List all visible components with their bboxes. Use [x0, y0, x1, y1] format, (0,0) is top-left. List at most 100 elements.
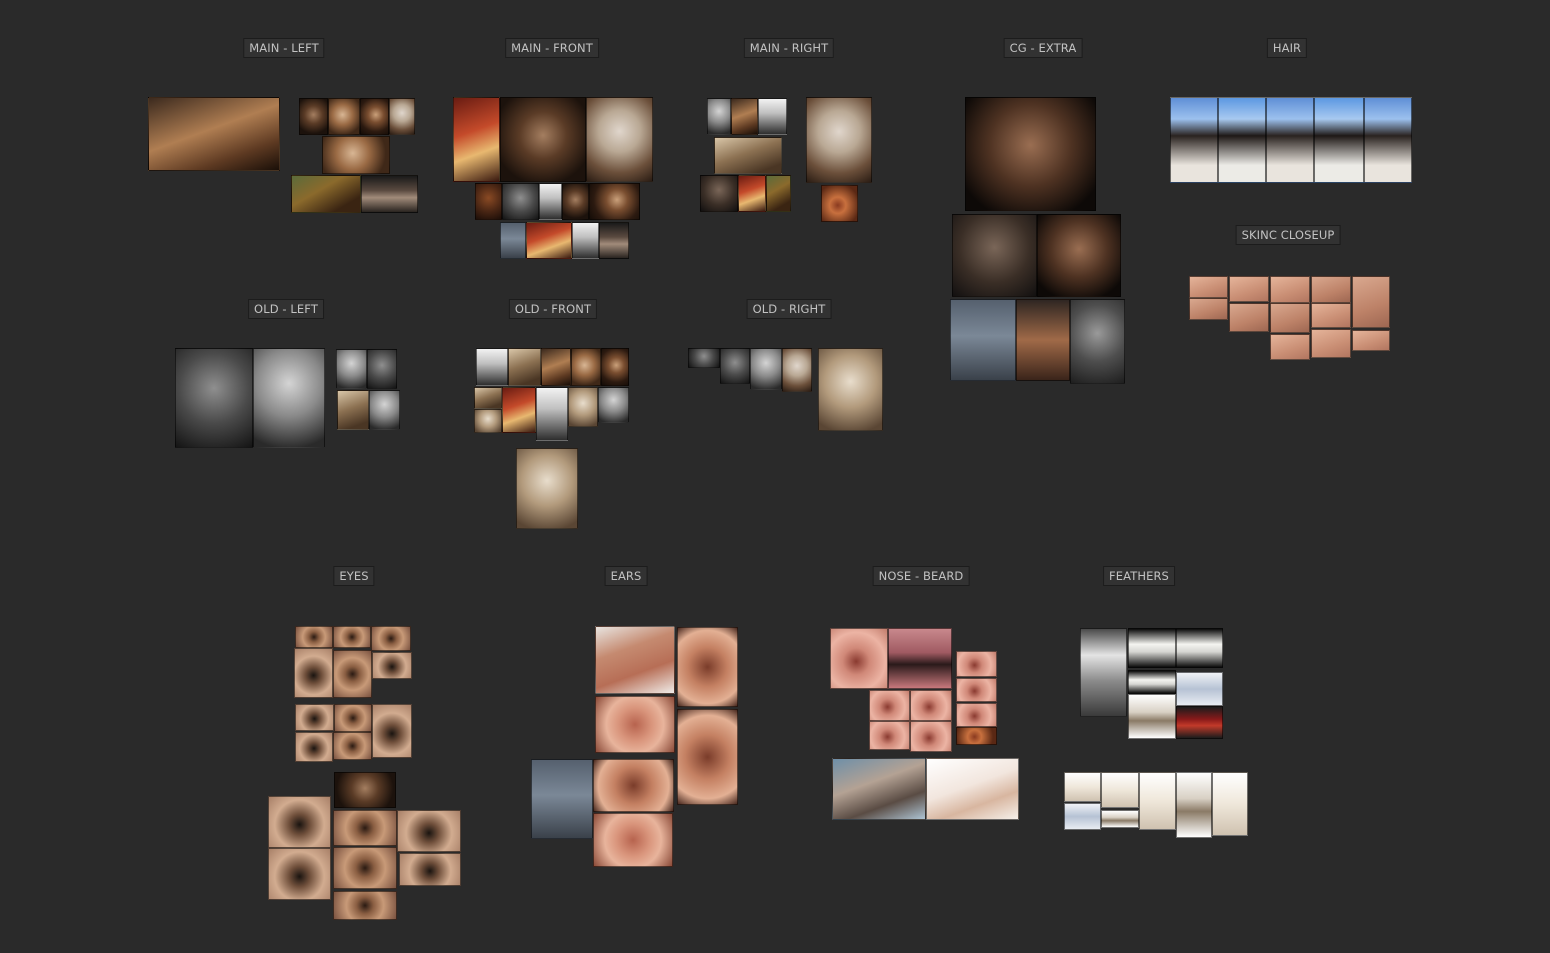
reference-thumbnail[interactable] — [500, 97, 586, 182]
reference-thumbnail[interactable] — [372, 704, 412, 758]
reference-thumbnail[interactable] — [526, 222, 572, 259]
reference-thumbnail[interactable] — [707, 98, 731, 135]
reference-thumbnail[interactable] — [956, 651, 997, 677]
reference-thumbnail[interactable] — [1080, 628, 1127, 717]
reference-thumbnail[interactable] — [531, 759, 593, 839]
reference-thumbnail[interactable] — [806, 97, 872, 183]
reference-thumbnail[interactable] — [367, 349, 397, 389]
reference-thumbnail[interactable] — [1270, 303, 1310, 333]
reference-thumbnail[interactable] — [474, 409, 502, 433]
reference-thumbnail[interactable] — [677, 627, 738, 707]
reference-thumbnail[interactable] — [295, 732, 333, 762]
reference-thumbnail[interactable] — [1311, 329, 1351, 358]
reference-thumbnail[interactable] — [333, 732, 372, 760]
reference-thumbnail[interactable] — [1064, 772, 1101, 802]
reference-thumbnail[interactable] — [700, 175, 738, 212]
reference-thumbnail[interactable] — [328, 98, 360, 135]
reference-thumbnail[interactable] — [502, 387, 536, 433]
label-main-front[interactable]: MAIN - FRONT — [505, 38, 599, 58]
reference-thumbnail[interactable] — [253, 348, 325, 448]
reference-thumbnail[interactable] — [516, 448, 578, 529]
reference-thumbnail[interactable] — [476, 348, 508, 386]
reference-thumbnail[interactable] — [474, 387, 502, 409]
reference-thumbnail[interactable] — [568, 387, 598, 427]
label-cg-extra[interactable]: CG - EXTRA — [1003, 38, 1083, 58]
reference-thumbnail[interactable] — [295, 704, 334, 731]
reference-thumbnail[interactable] — [322, 136, 390, 174]
label-skinc-closeup[interactable]: SKINC CLOSEUP — [1235, 225, 1341, 245]
reference-thumbnail[interactable] — [750, 348, 782, 390]
reference-thumbnail[interactable] — [731, 98, 758, 135]
reference-thumbnail[interactable] — [1266, 97, 1314, 183]
reference-thumbnail[interactable] — [1189, 298, 1228, 320]
reference-thumbnail[interactable] — [714, 137, 782, 174]
reference-thumbnail[interactable] — [1170, 97, 1218, 183]
reference-thumbnail[interactable] — [299, 98, 328, 135]
reference-thumbnail[interactable] — [598, 387, 629, 423]
reference-thumbnail[interactable] — [1128, 670, 1176, 694]
reference-thumbnail[interactable] — [1352, 276, 1390, 328]
reference-thumbnail[interactable] — [965, 97, 1096, 211]
reference-thumbnail[interactable] — [830, 628, 888, 689]
label-eyes[interactable]: EYES — [333, 566, 375, 586]
reference-thumbnail[interactable] — [333, 626, 371, 648]
reference-thumbnail[interactable] — [295, 626, 333, 648]
reference-thumbnail[interactable] — [399, 853, 461, 886]
reference-thumbnail[interactable] — [956, 703, 997, 727]
reference-thumbnail[interactable] — [720, 348, 750, 384]
reference-thumbnail[interactable] — [1364, 97, 1412, 183]
reference-thumbnail[interactable] — [1270, 276, 1310, 303]
reference-thumbnail[interactable] — [541, 348, 571, 386]
reference-thumbnail[interactable] — [334, 704, 372, 732]
reference-thumbnail[interactable] — [333, 810, 397, 846]
reference-thumbnail[interactable] — [1139, 772, 1176, 830]
reference-thumbnail[interactable] — [601, 348, 629, 386]
reference-thumbnail[interactable] — [818, 348, 883, 431]
label-hair[interactable]: HAIR — [1266, 38, 1308, 58]
reference-thumbnail[interactable] — [1016, 299, 1070, 381]
reference-thumbnail[interactable] — [599, 222, 629, 259]
reference-thumbnail[interactable] — [508, 348, 541, 386]
reference-thumbnail[interactable] — [869, 721, 910, 750]
reference-thumbnail[interactable] — [910, 690, 952, 721]
reference-thumbnail[interactable] — [333, 891, 397, 920]
reference-thumbnail[interactable] — [333, 847, 397, 889]
label-main-left[interactable]: MAIN - LEFT — [243, 38, 325, 58]
reference-thumbnail[interactable] — [1270, 334, 1310, 360]
reference-thumbnail[interactable] — [291, 175, 361, 213]
reference-thumbnail[interactable] — [1189, 276, 1228, 298]
reference-thumbnail[interactable] — [688, 348, 720, 368]
reference-thumbnail[interactable] — [758, 98, 787, 135]
label-old-left[interactable]: OLD - LEFT — [248, 299, 324, 319]
reference-thumbnail[interactable] — [1070, 299, 1125, 384]
reference-thumbnail[interactable] — [371, 626, 411, 651]
reference-thumbnail[interactable] — [334, 772, 396, 808]
reference-thumbnail[interactable] — [1314, 97, 1364, 183]
reference-thumbnail[interactable] — [536, 387, 568, 441]
reference-thumbnail[interactable] — [148, 97, 280, 171]
reference-thumbnail[interactable] — [268, 796, 331, 848]
reference-thumbnail[interactable] — [337, 390, 369, 430]
reference-thumbnail[interactable] — [397, 810, 461, 852]
reference-thumbnail[interactable] — [1128, 694, 1176, 739]
reference-thumbnail[interactable] — [910, 721, 952, 752]
reference-thumbnail[interactable] — [360, 98, 389, 135]
reference-thumbnail[interactable] — [950, 299, 1016, 381]
reference-thumbnail[interactable] — [1212, 772, 1248, 836]
reference-thumbnail[interactable] — [589, 183, 640, 220]
reference-thumbnail[interactable] — [175, 348, 253, 448]
reference-thumbnail[interactable] — [1064, 803, 1101, 830]
reference-thumbnail[interactable] — [952, 214, 1037, 297]
reference-thumbnail[interactable] — [361, 175, 418, 213]
reference-thumbnail[interactable] — [1229, 276, 1269, 302]
label-old-right[interactable]: OLD - RIGHT — [746, 299, 832, 319]
label-old-front[interactable]: OLD - FRONT — [508, 299, 598, 319]
reference-thumbnail[interactable] — [294, 648, 333, 698]
reference-thumbnail[interactable] — [1229, 303, 1269, 332]
reference-thumbnail[interactable] — [539, 183, 562, 220]
reference-thumbnail[interactable] — [1037, 214, 1121, 297]
label-nose-beard[interactable]: NOSE - BEARD — [872, 566, 970, 586]
reference-thumbnail[interactable] — [571, 348, 601, 386]
reference-thumbnail[interactable] — [389, 98, 415, 135]
reference-thumbnail[interactable] — [956, 727, 997, 745]
